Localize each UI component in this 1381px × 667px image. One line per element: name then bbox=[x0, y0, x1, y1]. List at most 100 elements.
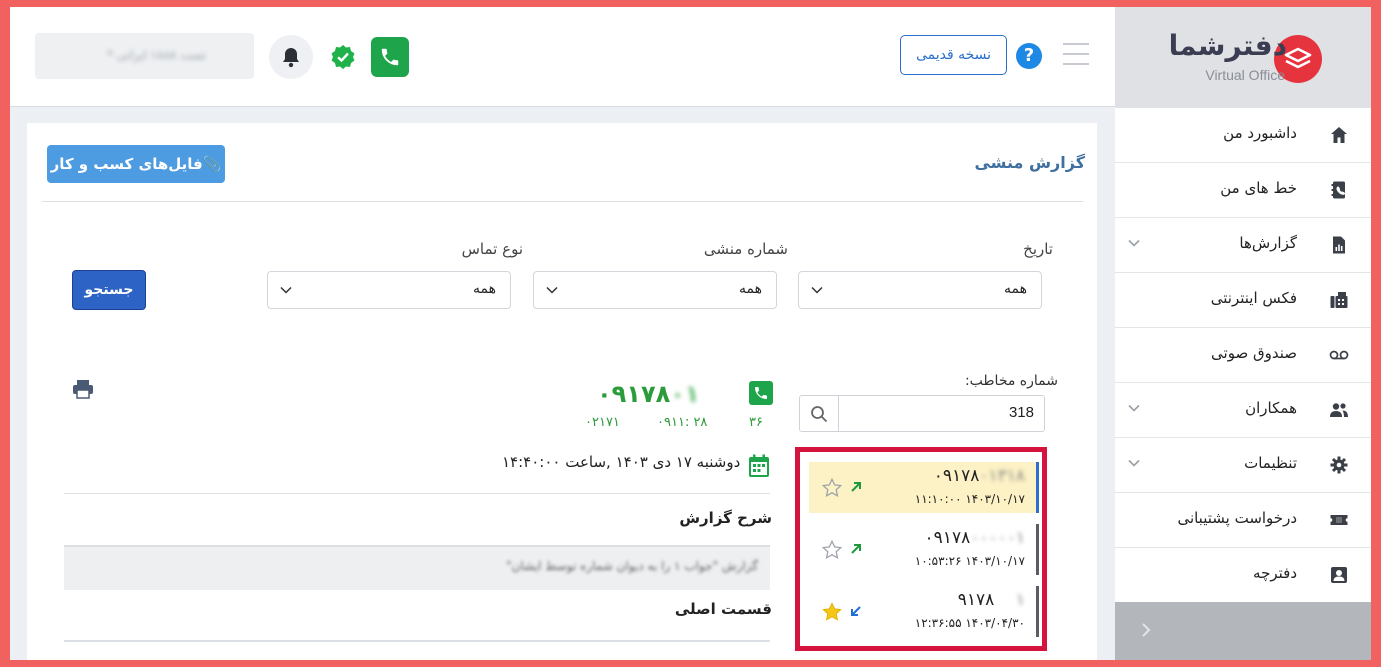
account-selector[interactable]: تست ۱۸۸۸ ایرانی * bbox=[35, 33, 254, 79]
menu-icon[interactable] bbox=[1063, 43, 1089, 65]
call-list-item[interactable]: ۱ ۹۱۷۸ ۱۴۰۳/۰۴/۳۰ ۱۲:۳۶:۵۵ bbox=[809, 586, 1039, 637]
chevron-right-icon bbox=[1142, 623, 1151, 637]
ticket-icon bbox=[1330, 515, 1348, 525]
caller-number-label: شماره مخاطب: bbox=[964, 373, 1058, 389]
search-button[interactable]: جستجو bbox=[72, 270, 146, 310]
sidebar-item-my-lines[interactable]: خط های من bbox=[1115, 163, 1371, 218]
divider bbox=[42, 201, 1083, 202]
sidebar-item-label: گزارش‌ها bbox=[1239, 234, 1297, 252]
call-type-value: همه bbox=[473, 281, 496, 297]
outgoing-call-icon bbox=[851, 482, 861, 492]
sidebar-item-label: فکس اینترنتی bbox=[1210, 289, 1297, 307]
chevron-down-icon bbox=[280, 286, 292, 294]
business-files-button[interactable]: 📎فایل‌های کسب و کار bbox=[47, 145, 225, 183]
call-type-select[interactable]: همه bbox=[267, 271, 511, 309]
call-time: ۱۴۰۳/۱۰/۱۷ ۱۰:۵۳:۲۶ bbox=[914, 554, 1025, 568]
help-button[interactable]: ? bbox=[1016, 43, 1042, 69]
report-icon bbox=[1333, 236, 1345, 254]
call-number-visible: ۹۱۷۸ bbox=[957, 590, 995, 610]
date-filter-value: همه bbox=[1004, 281, 1027, 297]
caller-number-search[interactable]: 318 bbox=[799, 395, 1045, 432]
call-number-masked: ۰۱۳۱۸ bbox=[979, 466, 1025, 486]
call-item-marker bbox=[1036, 524, 1039, 575]
star-outline-icon[interactable] bbox=[821, 477, 843, 499]
calendar-icon bbox=[749, 454, 769, 477]
sidebar-item-voicemail[interactable]: صندوق صوتی bbox=[1115, 328, 1371, 383]
sidebar-item-colleagues[interactable]: همکاران bbox=[1115, 383, 1371, 438]
main-section-title: قسمت اصلی bbox=[674, 600, 772, 618]
sidebar-item-settings[interactable]: تنظیمات bbox=[1115, 438, 1371, 493]
sidebar-item-support[interactable]: درخواست پشتیبانی bbox=[1115, 493, 1371, 548]
sidebar-item-fax[interactable]: فکس اینترنتی bbox=[1115, 273, 1371, 328]
old-version-button[interactable]: نسخه قدیمی bbox=[900, 35, 1007, 75]
business-files-label: فایل‌های کسب و کار bbox=[50, 155, 203, 173]
app-window: دفترشما Virtual Office داشبورد من خط های… bbox=[10, 7, 1371, 660]
sidebar-item-label: درخواست پشتیبانی bbox=[1177, 509, 1297, 527]
outgoing-call-icon bbox=[851, 544, 861, 554]
call-list-item[interactable]: ۰۹۱۷۸۰۰۰۰۰۱ ۱۴۰۳/۱۰/۱۷ ۱۰:۵۳:۲۶ bbox=[809, 524, 1039, 575]
detail-number-visible: ۰۹۱۷۸ bbox=[597, 380, 671, 408]
search-icon[interactable] bbox=[810, 405, 828, 423]
detail-meta-3: ۰۲۱۷۱ bbox=[585, 415, 620, 430]
phone-icon bbox=[381, 48, 399, 66]
phonebook-icon bbox=[1331, 181, 1345, 199]
detail-date: دوشنبه ۱۷ دی ۱۴۰۳ ,ساعت ۱۴:۴۰:۰۰ bbox=[502, 453, 741, 471]
star-filled-icon[interactable] bbox=[821, 601, 843, 623]
chevron-down-icon[interactable] bbox=[1127, 456, 1141, 470]
sidebar-item-label: تنظیمات bbox=[1244, 454, 1297, 472]
brand-name: دفترشما bbox=[1168, 29, 1287, 62]
call-number: ۰۹۱۷۸۰۱۳۱۸ bbox=[934, 466, 1025, 486]
secretary-number-value: همه bbox=[739, 281, 762, 297]
incoming-call-icon bbox=[851, 606, 861, 616]
call-item-marker bbox=[1036, 462, 1039, 513]
secretary-number-filter-label: شماره منشی bbox=[703, 240, 788, 258]
call-item-marker bbox=[1036, 586, 1039, 637]
report-description-title: شرح گزارش bbox=[679, 509, 772, 527]
sidebar: دفترشما Virtual Office داشبورد من خط های… bbox=[1115, 7, 1371, 660]
fax-icon bbox=[1330, 292, 1348, 308]
star-outline-icon[interactable] bbox=[821, 539, 843, 561]
sidebar-item-contacts[interactable]: دفترچه bbox=[1115, 548, 1371, 603]
sidebar-collapse-button[interactable] bbox=[1115, 602, 1371, 660]
call-type-filter-label: نوع تماس bbox=[461, 240, 523, 258]
call-number-visible: ۰۹۱۷۸ bbox=[924, 528, 971, 548]
sidebar-item-label: خط های من bbox=[1220, 179, 1297, 197]
date-filter-label: تاریخ bbox=[1023, 240, 1053, 258]
call-list-item[interactable]: ۰۹۱۷۸۰۱۳۱۸ ۱۴۰۳/۱۰/۱۷ ۱۱:۱۰:۰۰ bbox=[809, 462, 1039, 513]
detail-caller-number: ۰۹۱۷۸۰۱ bbox=[597, 380, 700, 408]
call-list-highlight: ۰۹۱۷۸۰۱۳۱۸ ۱۴۰۳/۱۰/۱۷ ۱۱:۱۰:۰۰ ۰۹۱۷۸۰۰۰۰… bbox=[795, 447, 1047, 651]
report-description-text: گزارش "جواب ۱ را به دیوان شماره توسط ایش… bbox=[506, 559, 758, 573]
date-filter-select[interactable]: همه bbox=[798, 271, 1042, 309]
notifications-button[interactable] bbox=[269, 35, 313, 79]
sidebar-item-label: دفترچه bbox=[1253, 564, 1297, 582]
call-number-masked: ۱ bbox=[1015, 590, 1025, 610]
chevron-down-icon[interactable] bbox=[1127, 236, 1141, 250]
sidebar-item-label: همکاران bbox=[1245, 399, 1297, 417]
sidebar-item-reports[interactable]: گزارش‌ها bbox=[1115, 218, 1371, 273]
sidebar-item-label: داشبورد من bbox=[1223, 124, 1297, 142]
call-time: ۱۴۰۳/۰۴/۳۰ ۱۲:۳۶:۵۵ bbox=[914, 616, 1025, 630]
print-icon[interactable] bbox=[72, 379, 94, 399]
brand-subtitle: Virtual Office bbox=[1205, 67, 1285, 83]
gear-icon bbox=[1330, 456, 1348, 474]
chevron-down-icon[interactable] bbox=[1127, 401, 1141, 415]
home-icon bbox=[1331, 127, 1347, 143]
paperclip-icon: 📎 bbox=[202, 155, 222, 173]
call-number-visible: ۰۹۱۷۸ bbox=[933, 466, 980, 486]
softphone-button[interactable] bbox=[371, 37, 409, 77]
chevron-down-icon bbox=[811, 286, 823, 294]
account-name: تست ۱۸۸۸ ایرانی * bbox=[106, 48, 206, 62]
sidebar-item-label: صندوق صوتی bbox=[1211, 344, 1297, 362]
brand-header: دفترشما Virtual Office bbox=[1115, 7, 1371, 108]
divider bbox=[64, 640, 770, 642]
secretary-number-select[interactable]: همه bbox=[533, 271, 777, 309]
people-icon bbox=[1330, 403, 1348, 417]
detail-number-masked: ۰۱ bbox=[670, 380, 700, 408]
report-description-body: گزارش "جواب ۱ را به دیوان شماره توسط ایش… bbox=[64, 545, 770, 590]
call-number: ۱ ۹۱۷۸ bbox=[958, 590, 1025, 610]
call-type-phone-icon bbox=[749, 381, 773, 405]
sidebar-item-dashboard[interactable]: داشبورد من bbox=[1115, 108, 1371, 163]
chevron-down-icon bbox=[546, 286, 558, 294]
contact-book-icon bbox=[1331, 567, 1347, 583]
caller-number-input[interactable]: 318 bbox=[1009, 404, 1034, 421]
